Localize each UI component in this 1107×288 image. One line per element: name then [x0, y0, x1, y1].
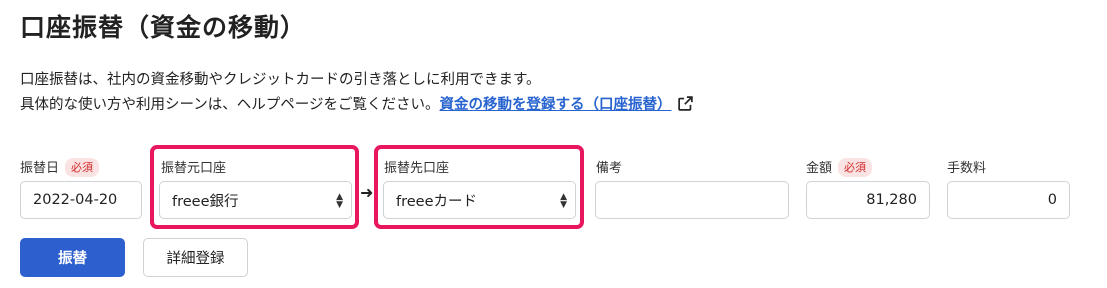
date-label-text: 振替日 — [20, 161, 60, 176]
date-required-badge: 必須 — [65, 158, 100, 177]
memo-input[interactable] — [595, 181, 789, 219]
description-text: 具体的な使い方や利用シーンは、ヘルプページをご覧ください。 — [20, 97, 440, 113]
transfer-button[interactable]: 振替 — [20, 238, 125, 277]
description-line-2: 具体的な使い方や利用シーンは、ヘルプページをご覧ください。資金の移動を登録する（… — [20, 93, 694, 114]
fee-label: 手数料 — [947, 161, 987, 176]
detail-register-button[interactable]: 詳細登録 — [143, 238, 248, 277]
from-account-value: freee銀行 — [172, 193, 239, 210]
fee-input[interactable]: 0 — [947, 181, 1070, 219]
to-account-select[interactable]: freeeカード ▲ ▼ — [383, 181, 576, 219]
to-account-value: freeeカード — [396, 193, 478, 210]
date-field[interactable]: 2022-04-20 — [20, 181, 142, 219]
help-link[interactable]: 資金の移動を登録する（口座振替） — [439, 97, 671, 113]
date-label: 振替日 必須 — [20, 157, 100, 177]
amount-input[interactable]: 81,280 — [806, 181, 930, 219]
select-caret-icon: ▲ ▼ — [336, 192, 343, 210]
amount-label: 金額 必須 — [806, 157, 873, 177]
arrow-right-icon: ➜ — [360, 183, 374, 202]
amount-label-text: 金額 — [806, 161, 833, 176]
amount-required-badge: 必須 — [838, 158, 873, 177]
from-account-select[interactable]: freee銀行 ▲ ▼ — [159, 181, 352, 219]
description-line-1: 口座振替は、社内の資金移動やクレジットカードの引き落としに利用できます。 — [20, 72, 541, 88]
page-title: 口座振替（資金の移動） — [20, 13, 307, 42]
external-link-icon[interactable] — [677, 95, 694, 112]
memo-label: 備考 — [596, 161, 623, 176]
select-caret-icon: ▲ ▼ — [560, 192, 567, 210]
